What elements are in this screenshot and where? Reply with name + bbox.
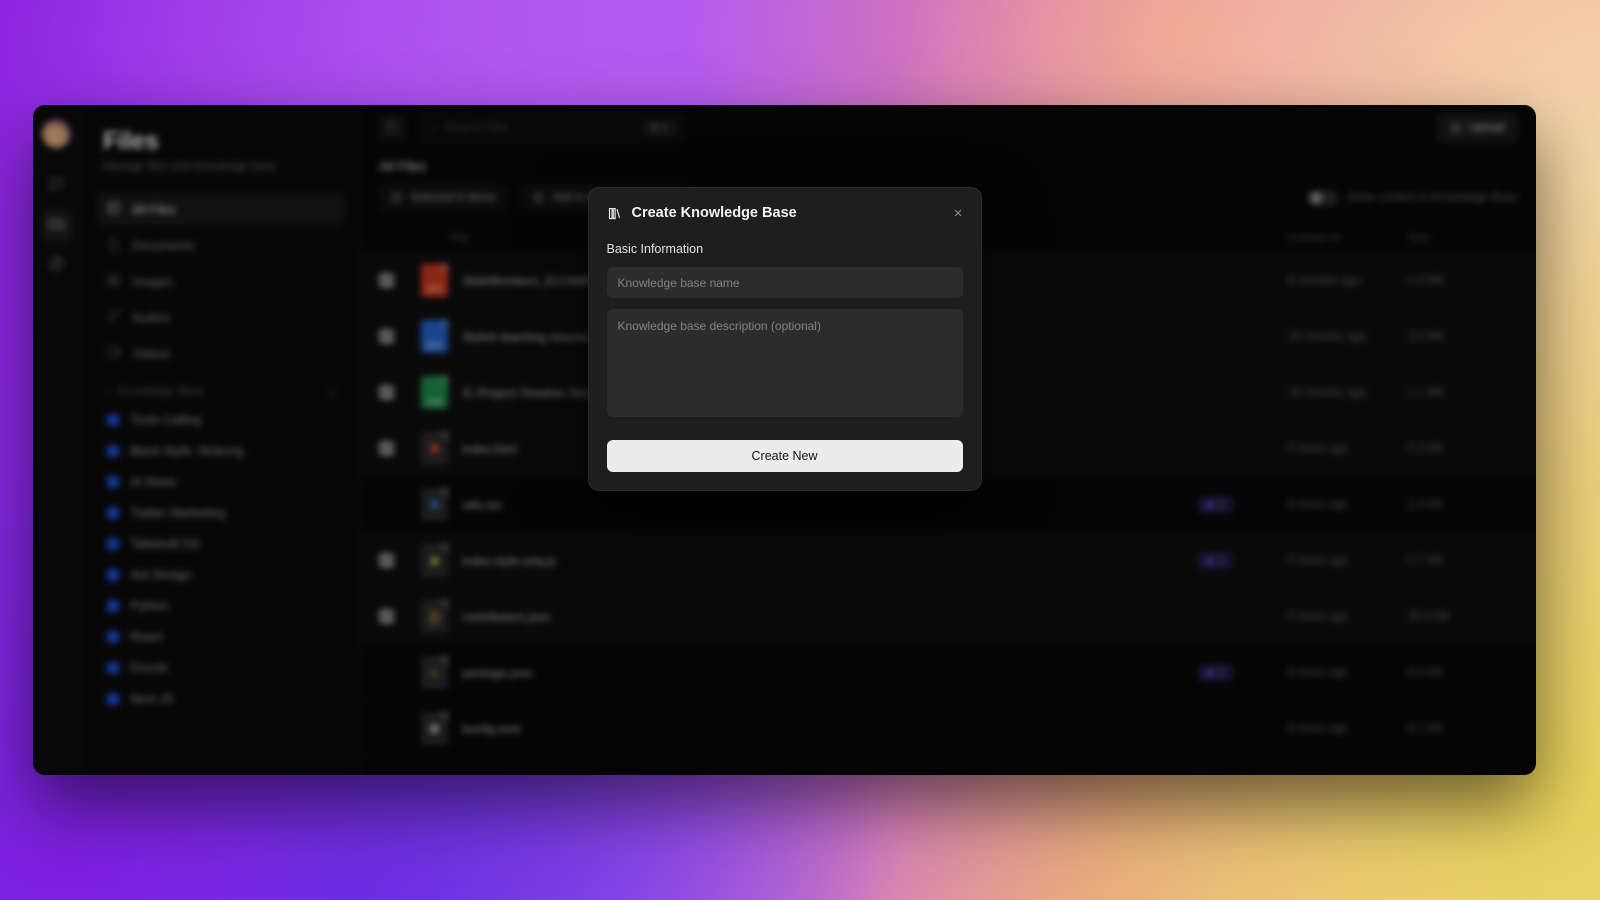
basic-information-label: Basic Information	[606, 242, 704, 256]
close-icon[interactable]: ×	[954, 206, 963, 221]
modal-footer: Create New	[589, 440, 981, 490]
knowledge-base-name-input[interactable]	[606, 267, 963, 298]
book-icon	[607, 206, 622, 221]
modal-overlay[interactable]: Create Knowledge Base × Basic Informatio…	[33, 105, 1536, 775]
create-new-button[interactable]: Create New	[606, 440, 963, 472]
app-window: Files Manage files and knowledge base Al…	[33, 105, 1536, 775]
modal-body: Basic Information	[589, 221, 981, 440]
knowledge-base-description-input[interactable]	[606, 309, 963, 417]
desktop-wallpaper: Files Manage files and knowledge base Al…	[0, 0, 1600, 900]
modal-header: Create Knowledge Base ×	[589, 188, 981, 221]
modal-title: Create Knowledge Base	[631, 205, 797, 221]
create-knowledge-base-modal: Create Knowledge Base × Basic Informatio…	[587, 187, 982, 491]
